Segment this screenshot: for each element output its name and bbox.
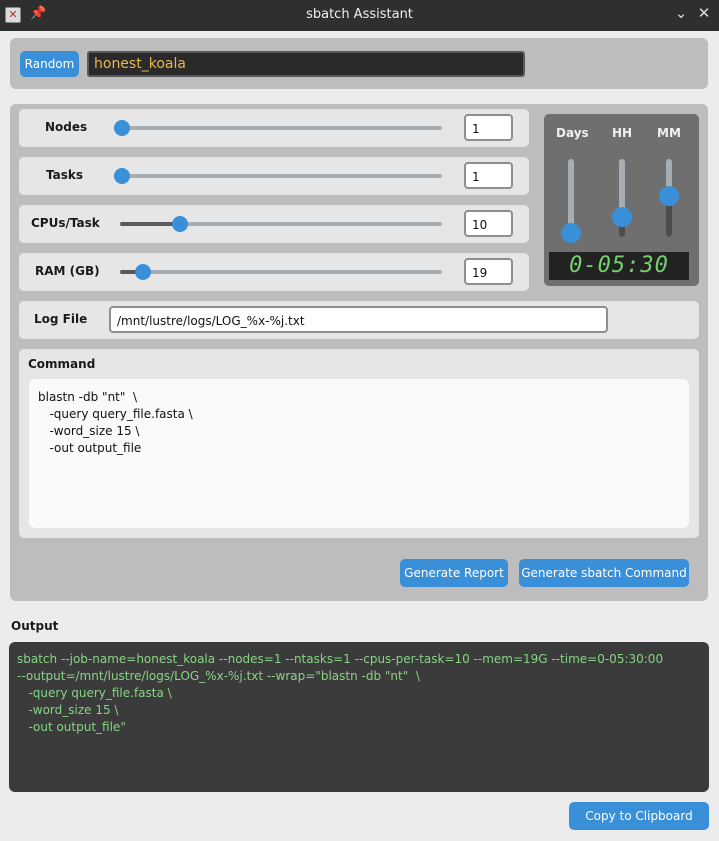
hh-slider-handle[interactable] [612, 207, 632, 227]
cpus-slider-handle[interactable] [172, 216, 188, 232]
random-button-label: Random [24, 57, 75, 71]
nodes-input[interactable]: 1 [464, 114, 513, 141]
settings-panel: Nodes 1 Tasks 1 CPUs/Task 10 RAM (GB) 19 [10, 104, 708, 601]
close-icon[interactable]: ✕ [694, 4, 714, 22]
generate-report-label: Generate Report [404, 566, 504, 580]
chevron-down-icon[interactable]: ⌄ [671, 4, 691, 22]
copy-to-clipboard-label: Copy to Clipboard [585, 809, 693, 823]
command-label: Command [28, 357, 96, 371]
generate-sbatch-label: Generate sbatch Command [521, 566, 687, 580]
job-name-input[interactable]: honest_koala [87, 51, 525, 77]
generate-report-button[interactable]: Generate Report [400, 559, 508, 587]
nodes-slider[interactable] [122, 126, 442, 130]
cpus-row: CPUs/Task 10 [19, 205, 529, 243]
hh-label: HH [612, 126, 633, 140]
command-editor[interactable]: blastn -db "nt" \ -query query_file.fast… [29, 379, 689, 528]
log-file-label: Log File [34, 312, 88, 326]
generate-sbatch-button[interactable]: Generate sbatch Command [519, 559, 689, 587]
log-file-row: Log File /mnt/lustre/logs/LOG_%x-%j.txt [19, 301, 699, 339]
ram-slider-handle[interactable] [135, 264, 151, 280]
time-display: 0-05:30 [549, 252, 689, 280]
nodes-slider-handle[interactable] [114, 120, 130, 136]
tasks-label: Tasks [46, 168, 84, 182]
copy-to-clipboard-button[interactable]: Copy to Clipboard [569, 802, 709, 830]
log-file-input[interactable]: /mnt/lustre/logs/LOG_%x-%j.txt [109, 306, 608, 333]
output-text[interactable]: sbatch --job-name=honest_koala --nodes=1… [9, 642, 709, 792]
ram-label: RAM (GB) [35, 264, 100, 278]
title-bar: ✕ 📌 sbatch Assistant ⌄ ✕ [0, 0, 719, 31]
tasks-slider[interactable] [122, 174, 442, 178]
random-button[interactable]: Random [20, 51, 79, 77]
mm-slider-handle[interactable] [659, 186, 679, 206]
tasks-slider-handle[interactable] [114, 168, 130, 184]
ram-row: RAM (GB) 19 [19, 253, 529, 291]
tasks-row: Tasks 1 [19, 157, 529, 195]
days-slider-handle[interactable] [561, 223, 581, 243]
tasks-input[interactable]: 1 [464, 162, 513, 189]
cpus-slider[interactable] [120, 222, 442, 226]
job-name-panel: Random honest_koala [10, 38, 708, 89]
nodes-label: Nodes [45, 120, 88, 134]
nodes-row: Nodes 1 [19, 109, 529, 147]
ram-slider[interactable] [120, 270, 442, 274]
mm-label: MM [657, 126, 681, 140]
cpus-slider-fill [120, 222, 180, 226]
time-panel: Days HH MM 0-05:30 [544, 114, 699, 286]
window-title: sbatch Assistant [306, 7, 413, 22]
cpus-label: CPUs/Task [31, 216, 100, 230]
ram-input[interactable]: 19 [464, 258, 513, 285]
days-label: Days [556, 126, 589, 140]
output-label: Output [11, 619, 59, 633]
cpus-input[interactable]: 10 [464, 210, 513, 237]
command-section: Command blastn -db "nt" \ -query query_f… [19, 349, 699, 538]
